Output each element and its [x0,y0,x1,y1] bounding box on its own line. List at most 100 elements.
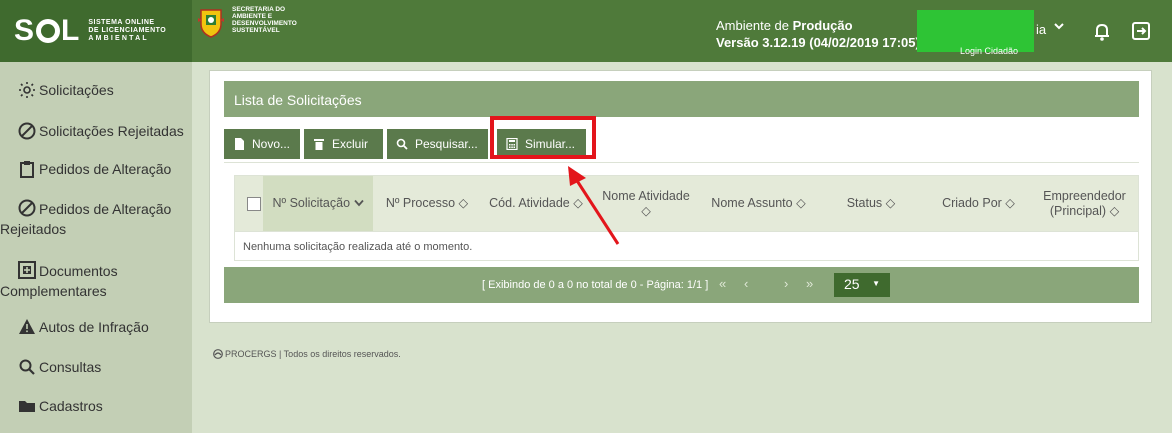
sidebar-item-label: Pedidos de Alteração [39,161,172,177]
pesquisar-button[interactable]: Pesquisar... [387,129,488,159]
sort-icon: ◇ [1005,196,1015,210]
novo-label: Novo... [252,137,291,151]
col-label: Cód. Atividade [489,196,570,210]
first-page-button[interactable]: « [719,276,726,291]
ban-icon [18,122,36,140]
brand-subtitle: SISTEMA ONLINE DE LICENCIAMENTO AMBIENTA… [88,19,166,43]
novo-button[interactable]: Novo... [224,129,300,159]
sidebar-item-label: Solicitações Rejeitadas [39,123,184,139]
header-divider [235,231,1138,232]
sidebar-item-pedidos-alteracao[interactable]: Pedidos de Alteração [18,159,171,179]
sec-line-1: SECRETARIA DO [232,6,286,13]
highlight-box [490,116,596,159]
col-label: Nome Assunto [711,196,793,210]
top-bar: SL SISTEMA ONLINE DE LICENCIAMENTO AMBIE… [0,0,1172,62]
sidebar-item-label: Cadastros [39,398,103,414]
sort-icon: ◇ [885,196,896,210]
sidebar-item-label-line2: Rejeitados [0,221,67,237]
sidebar: Solicitações Solicitações Rejeitadas Ped… [0,62,192,433]
caret-down-icon: ▼ [872,279,880,288]
excluir-button[interactable]: Excluir [304,129,383,159]
next-page-button[interactable]: › [784,276,788,291]
environment-prefix: Ambiente de [716,18,793,33]
sidebar-item-label: Documentos [39,263,118,279]
col-label: Nº Processo [385,196,456,210]
sidebar-item-label: Solicitações [39,82,114,98]
bell-icon[interactable] [1091,20,1113,42]
sidebar-item-autos-infracao[interactable]: Autos de Infração [18,317,149,337]
col-n-processo[interactable]: Nº Processo ◇ [373,176,481,231]
pagination-bar: [ Exibindo de 0 a 0 no total de 0 - Pági… [224,267,1139,303]
file-icon [233,138,245,150]
sidebar-item-label: Pedidos de Alteração [39,201,172,217]
footer: PROCERGS | Todos os direitos reservados. [213,349,401,359]
sidebar-item-label-line2: Complementares [0,283,107,299]
trash-icon [313,138,325,150]
search-icon [396,138,408,150]
sort-icon: ◇ [641,203,651,218]
brand-logo[interactable]: SL SISTEMA ONLINE DE LICENCIAMENTO AMBIE… [0,0,192,62]
chevron-down-icon [353,196,364,211]
clipboard-icon [18,160,36,178]
secretaria-text: SECRETARIA DO AMBIENTE E DESENVOLVIMENTO… [232,6,297,34]
select-all-checkbox[interactable] [247,197,261,211]
sort-icon: ◇ [458,196,469,210]
sidebar-item-solicitacoes-rejeitadas[interactable]: Solicitações Rejeitadas [18,121,184,141]
solicitacoes-panel: Lista de Solicitações Novo... Excluir Pe… [209,70,1152,323]
excluir-label: Excluir [332,137,369,151]
footer-text: PROCERGS | Todos os direitos reservados. [225,349,401,359]
prev-page-button[interactable]: ‹ [744,276,748,291]
sidebar-item-documentos-complementares[interactable]: Documentos Complementares [0,260,118,301]
version-text: Versão 3.12.19 (04/02/2019 17:05) [716,35,920,50]
table-header: Nº Solicitação Nº Processo ◇ Cód. Ativid… [235,176,1138,231]
sun-icon [18,81,36,99]
brand-line-1: SISTEMA ONLINE [88,19,155,26]
col-status[interactable]: Status ◇ [816,176,926,231]
logout-icon[interactable] [1130,20,1152,42]
sec-line-4: SUSTENTÁVEL [232,27,280,34]
sidebar-item-consultas[interactable]: Consultas [18,357,101,377]
sec-line-2: AMBIENTE E [232,13,273,20]
last-page-button[interactable]: » [806,276,813,291]
environment-info: Ambiente de Produção Versão 3.12.19 (04/… [716,17,920,51]
chevron-down-icon[interactable] [1054,20,1064,34]
sidebar-item-label: Consultas [39,359,102,375]
procergs-icon [213,349,223,359]
col-criado-por[interactable]: Criado Por ◇ [926,176,1031,231]
sidebar-item-pedidos-alteracao-rejeitados[interactable]: Pedidos de Alteração Rejeitados [0,198,172,239]
solicitacoes-table: Nº Solicitação Nº Processo ◇ Cód. Ativid… [234,175,1139,261]
sol-logo: SL [14,14,81,47]
col-label: Empreendedor [1043,188,1126,203]
col-nome-assunto[interactable]: Nome Assunto ◇ [701,176,816,231]
sec-line-3: DESENVOLVIMENTO [232,20,297,27]
toolbar-divider [224,162,1139,163]
plus-square-icon [18,261,36,279]
pagination-info: [ Exibindo de 0 a 0 no total de 0 - Pági… [482,279,709,291]
col-label: Criado Por [942,196,1002,210]
environment-value: Produção [792,18,853,33]
col-n-solicitacao[interactable]: Nº Solicitação [263,176,373,231]
panel-title: Lista de Solicitações [224,81,1139,117]
sidebar-item-label: Autos de Infração [39,319,149,335]
secretaria-logo: SECRETARIA DO AMBIENTE E DESENVOLVIMENTO… [198,6,297,38]
login-cidadao-label: Login Cidadão [960,46,1019,56]
search-icon [18,358,36,376]
sort-icon: ◇ [1109,203,1120,218]
brand-line-3: AMBIENTAL [88,35,149,42]
page-size-select[interactable]: 25 ▼ [834,273,890,297]
sidebar-item-solicitacoes[interactable]: Solicitações [18,80,114,100]
sidebar-item-cadastros[interactable]: Cadastros [18,396,103,416]
page-size-value: 25 [844,276,860,292]
sort-icon: ◇ [796,196,806,210]
arrow-annotation [568,166,620,245]
empty-message: Nenhuma solicitação realizada até o mome… [243,241,473,253]
col-empreendedor[interactable]: Empreendedor (Principal) ◇ [1031,176,1138,231]
col-label: Status [846,196,883,210]
crest-icon [198,6,224,38]
folder-icon [18,397,36,415]
ban-icon [18,199,36,217]
col-label-line2: (Principal) [1049,203,1107,218]
col-label: Nº Solicitação [272,196,351,210]
user-name-suffix[interactable]: ia [1036,22,1046,37]
warning-icon [18,318,36,336]
